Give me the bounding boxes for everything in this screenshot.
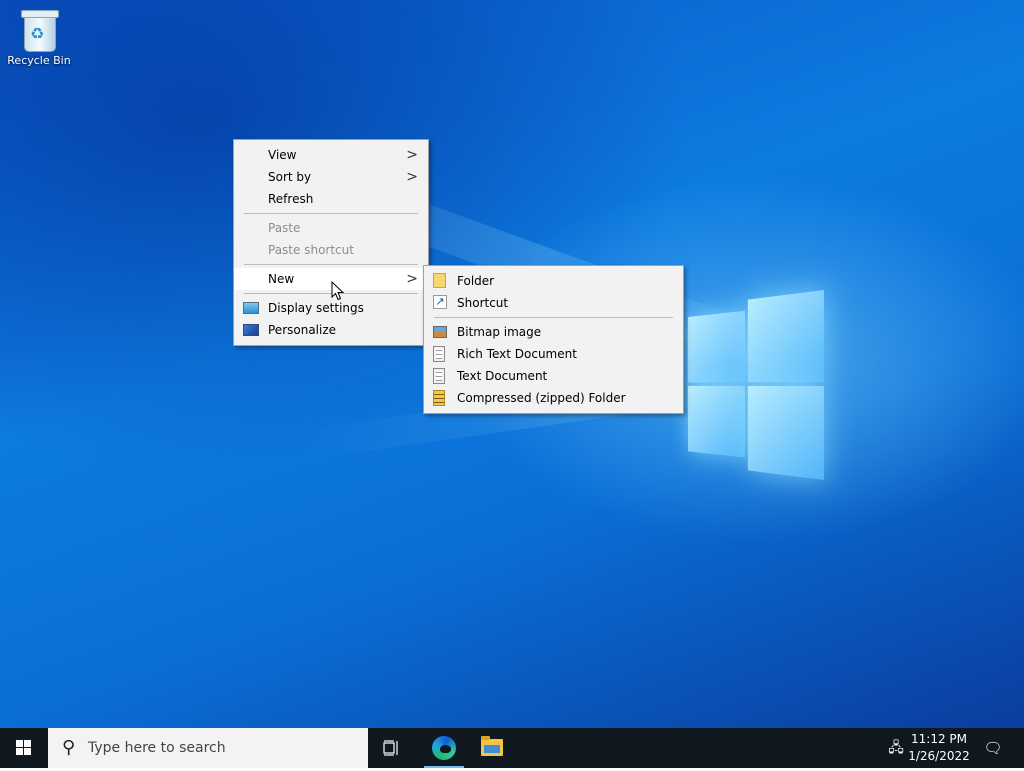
- desktop-icon-label: Recycle Bin: [7, 54, 71, 67]
- menu-item-sort-by[interactable]: Sort by >: [234, 166, 428, 188]
- windows-start-icon: [16, 740, 32, 756]
- menu-item-refresh[interactable]: Refresh: [234, 188, 428, 210]
- submenu-item-shortcut[interactable]: ↗ Shortcut: [424, 292, 683, 314]
- display-settings-icon: [243, 302, 259, 314]
- menu-item-label: Compressed (zipped) Folder: [457, 391, 626, 405]
- search-placeholder: Type here to search: [88, 740, 226, 756]
- clock-time: 11:12 PM: [911, 732, 967, 746]
- submenu-item-bitmap-image[interactable]: Bitmap image: [424, 321, 683, 343]
- text-document-icon: [433, 368, 445, 384]
- taskbar-app-edge[interactable]: [421, 728, 467, 768]
- desktop-context-menu: View > Sort by > Refresh Paste Paste sho…: [233, 139, 429, 346]
- submenu-item-text-document[interactable]: Text Document: [424, 365, 683, 387]
- shortcut-icon: ↗: [433, 295, 447, 309]
- bitmap-image-icon: [433, 326, 447, 338]
- rich-text-document-icon: [433, 346, 445, 362]
- taskbar-search-box[interactable]: ⚲ Type here to search: [48, 728, 368, 768]
- start-button[interactable]: [0, 728, 48, 768]
- menu-item-view[interactable]: View >: [234, 144, 428, 166]
- task-view-button[interactable]: [369, 728, 415, 768]
- folder-icon: [433, 273, 446, 288]
- file-explorer-icon: [481, 736, 503, 756]
- menu-separator: [244, 264, 418, 265]
- submenu-item-compressed-folder[interactable]: Compressed (zipped) Folder: [424, 387, 683, 409]
- menu-item-label: Paste: [268, 221, 301, 235]
- desktop-icon-recycle-bin[interactable]: ♻ Recycle Bin: [4, 6, 74, 67]
- menu-item-label: View: [268, 148, 297, 162]
- menu-item-paste-shortcut: Paste shortcut: [234, 239, 428, 261]
- taskbar-clock[interactable]: 11:12 PM 1/26/2022: [908, 731, 970, 765]
- new-submenu: Folder ↗ Shortcut Bitmap image Rich Text…: [423, 265, 684, 414]
- zipped-folder-icon: [433, 390, 445, 406]
- edge-icon: [432, 736, 456, 760]
- menu-item-personalize[interactable]: Personalize: [234, 319, 428, 341]
- menu-item-label: Paste shortcut: [268, 243, 354, 257]
- notifications-icon[interactable]: 🗨: [978, 728, 1008, 768]
- menu-item-label: Shortcut: [457, 296, 509, 310]
- task-view-icon: [383, 740, 398, 756]
- menu-item-label: Text Document: [457, 369, 548, 383]
- taskbar: ⚲ Type here to search 🖧 11:12 PM 1/26/20…: [0, 728, 1024, 768]
- menu-item-label: New: [268, 272, 295, 286]
- chevron-right-icon: >: [406, 169, 418, 185]
- menu-item-label: Folder: [457, 274, 495, 288]
- network-icon[interactable]: 🖧: [884, 728, 908, 768]
- submenu-item-rich-text-document[interactable]: Rich Text Document: [424, 343, 683, 365]
- mouse-cursor-icon: [331, 281, 345, 301]
- submenu-item-folder[interactable]: Folder: [424, 270, 683, 292]
- chevron-right-icon: >: [406, 147, 418, 163]
- menu-item-label: Bitmap image: [457, 325, 542, 339]
- menu-item-label: Personalize: [268, 323, 337, 337]
- windows-logo-wallpaper: [688, 290, 824, 480]
- personalize-icon: [243, 324, 259, 336]
- menu-separator: [244, 213, 418, 214]
- clock-date: 1/26/2022: [908, 749, 970, 763]
- menu-item-label: Refresh: [268, 192, 314, 206]
- menu-item-paste: Paste: [234, 217, 428, 239]
- recycle-bin-icon: ♻: [20, 8, 59, 52]
- menu-item-label: Sort by: [268, 170, 312, 184]
- search-icon: ⚲: [62, 737, 76, 758]
- menu-item-label: Rich Text Document: [457, 347, 577, 361]
- menu-separator: [434, 317, 673, 318]
- taskbar-app-file-explorer[interactable]: [469, 728, 515, 768]
- chevron-right-icon: >: [406, 271, 418, 287]
- menu-item-label: Display settings: [268, 301, 364, 315]
